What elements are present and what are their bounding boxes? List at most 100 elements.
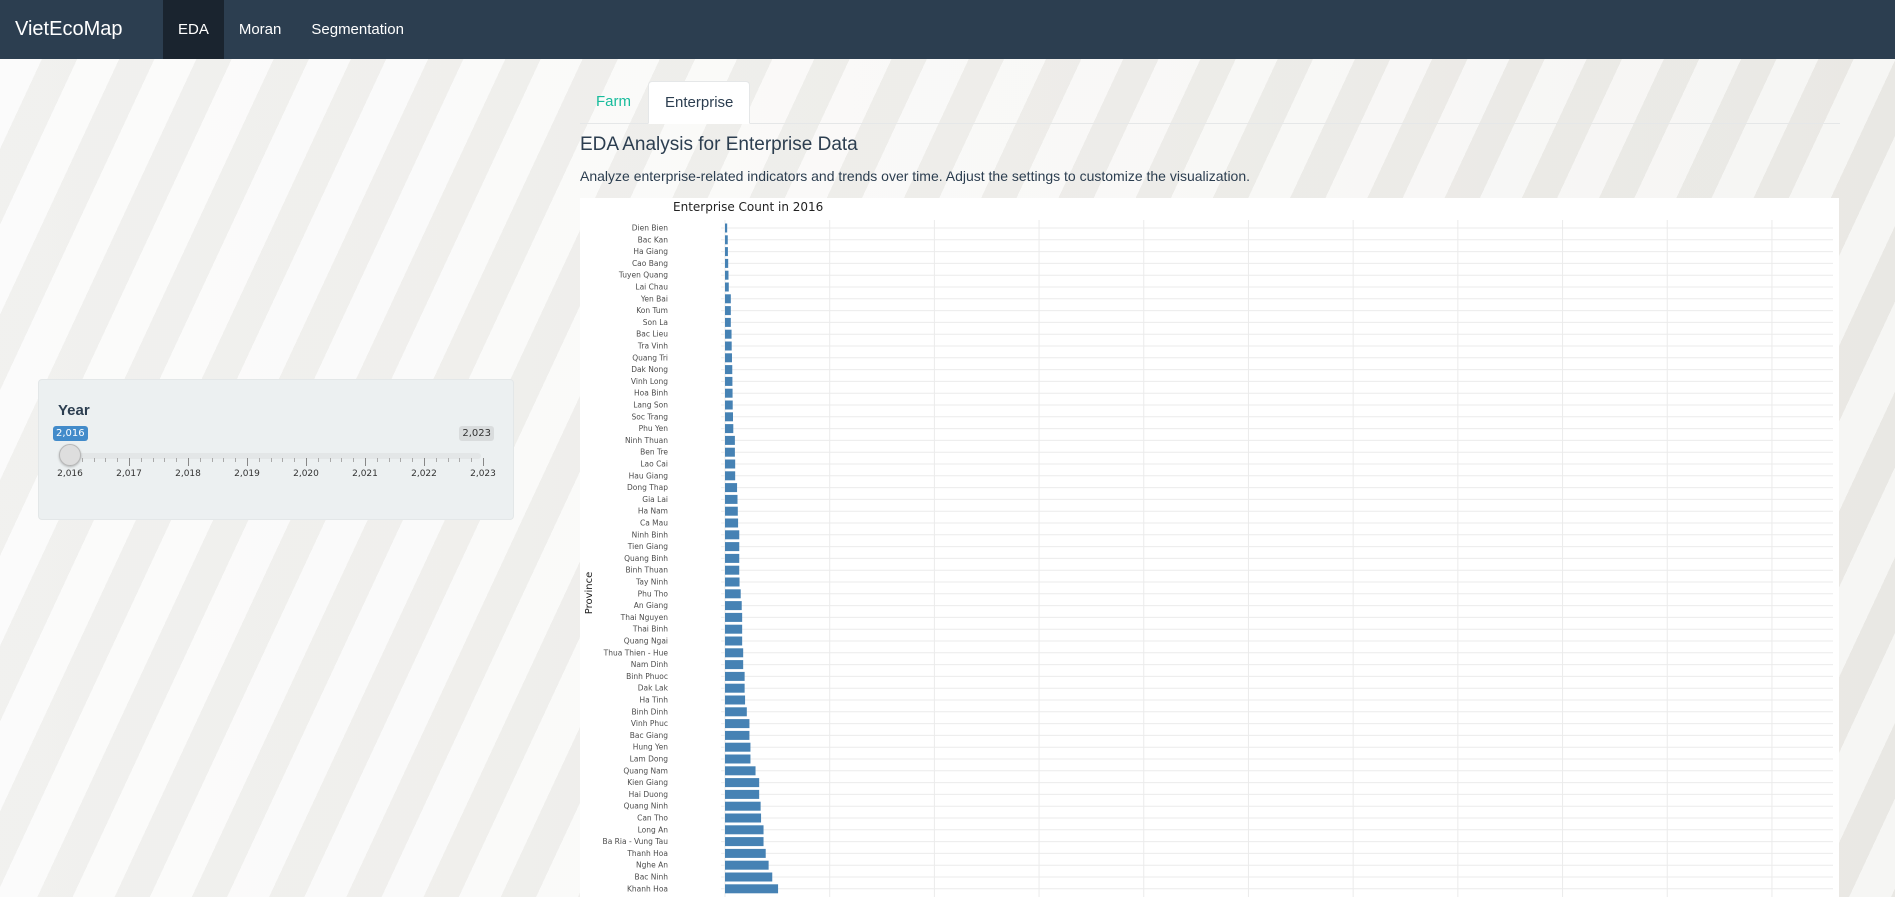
slider-major-tick (247, 458, 248, 466)
slider-from-badge: 2,016 (53, 426, 88, 441)
bar (725, 223, 728, 233)
tick-label-province: Yen Bai (640, 294, 668, 303)
slider-to-badge: 2,023 (459, 426, 494, 441)
slider-minor-tick (223, 458, 225, 462)
tick-label-province: Khanh Hoa (627, 884, 668, 893)
tick-label-province: Hung Yen (633, 743, 668, 752)
tick-label-province: Binh Thuan (625, 566, 668, 575)
tick-label-province: Vinh Long (631, 377, 668, 386)
bar (725, 589, 741, 599)
slider-minor-tick (164, 458, 166, 462)
slider-minor-tick (376, 458, 378, 462)
tick-label-province: Tien Giang (627, 542, 668, 551)
tick-label-province: Quang Tri (632, 353, 668, 362)
sidebar-panel: Year 2,016 2,023 2,016 2,017 2,018 2,019 2,0… (38, 379, 514, 520)
bar (725, 825, 764, 835)
slider-minor-tick (258, 458, 260, 462)
bar (725, 282, 729, 292)
tick-label-province: Kien Giang (627, 778, 668, 787)
tab-enterprise[interactable]: Enterprise (648, 81, 751, 124)
bar (725, 848, 766, 858)
tick-label-province: Dien Bien (632, 224, 668, 233)
slider-minor-tick (341, 458, 343, 462)
bar (725, 766, 756, 776)
tick-label-province: Vinh Phuc (631, 719, 668, 728)
tick-label-province: Binh Dinh (632, 707, 669, 716)
nav-item-eda[interactable]: EDA (163, 0, 224, 59)
slider-minor-tick (117, 458, 119, 462)
tick-label-province: Binh Phuoc (626, 672, 668, 681)
bar (725, 317, 731, 327)
slider-minor-tick (329, 458, 331, 462)
tick-label-province: An Giang (634, 601, 669, 610)
slider-major-tick (306, 458, 307, 466)
bar (725, 306, 731, 316)
bar (725, 483, 738, 493)
year-slider-handle[interactable] (59, 444, 81, 466)
bar (725, 565, 740, 575)
bar (725, 412, 733, 422)
nav-item-moran[interactable]: Moran (224, 0, 297, 59)
bar (725, 683, 745, 693)
tick-label-province: Hai Duong (629, 790, 669, 799)
tick-label-province: Tuyen Quang (618, 271, 668, 280)
bar (725, 872, 773, 882)
slider-minor-tick (317, 458, 319, 462)
bar (725, 707, 747, 717)
slider-major-tick (424, 458, 425, 466)
bar (725, 742, 751, 752)
slider-minor-tick (282, 458, 284, 462)
tick-label-province: Cao Bang (632, 259, 668, 268)
tick-label-province: Long An (638, 825, 669, 834)
bar (725, 636, 743, 646)
y-axis-label: Province (584, 572, 595, 615)
tick-label-province: Ha Giang (633, 247, 668, 256)
tick-label-province: Thanh Hoa (626, 849, 668, 858)
tick-label-province: Quang Ninh (624, 802, 669, 811)
slider-minor-tick (270, 458, 272, 462)
slider-tick-label: 2,017 (116, 469, 142, 479)
slider-minor-tick (435, 458, 437, 462)
slider-minor-tick (471, 458, 473, 462)
bar-chart-svg: Enterprise Count in 2016 Dien Bien Bac Kan… (584, 200, 1833, 897)
nav-item-segmentation[interactable]: Segmentation (296, 0, 419, 59)
brand-logo[interactable]: VietEcoMap (0, 0, 163, 59)
bar (725, 884, 779, 894)
bar (725, 471, 736, 481)
tick-label-province: Soc Trang (631, 412, 668, 421)
bar (725, 553, 740, 563)
slider-minor-tick (152, 458, 154, 462)
bar (725, 447, 735, 457)
tick-label-province: Lao Cai (640, 460, 668, 469)
bar (725, 671, 745, 681)
tick-label-province: Dong Thap (627, 483, 668, 492)
year-slider-track[interactable] (69, 453, 481, 459)
tick-label-province: Ca Mau (640, 519, 668, 528)
tab-farm[interactable]: Farm (580, 81, 647, 124)
tick-label-province: Ben Tre (640, 448, 668, 457)
bar (725, 754, 751, 764)
slider-minor-tick (93, 458, 95, 462)
chart-title: Enterprise Count in 2016 (673, 200, 823, 214)
slider-tick-label: 2,021 (352, 469, 378, 479)
slider-minor-tick (400, 458, 402, 462)
slider-minor-tick (211, 458, 213, 462)
bar (725, 506, 738, 516)
bar (725, 648, 744, 658)
bar (725, 294, 731, 304)
bar (725, 235, 728, 245)
tick-label-province: Dak Nong (631, 365, 668, 374)
tick-label-province: Lam Dong (630, 755, 669, 764)
tick-label-province: Lai Chau (635, 283, 668, 292)
tick-label-province: Bac Kan (638, 235, 669, 244)
slider-minor-tick (81, 458, 83, 462)
slider-minor-tick (105, 458, 107, 462)
bar (725, 660, 744, 670)
bar (725, 247, 728, 257)
slider-minor-tick (294, 458, 296, 462)
slider-tick-label: 2,023 (470, 469, 496, 479)
slider-minor-tick (235, 458, 237, 462)
bar (725, 860, 769, 870)
tick-label-province: Quang Ngai (624, 637, 668, 646)
bar (725, 801, 761, 811)
